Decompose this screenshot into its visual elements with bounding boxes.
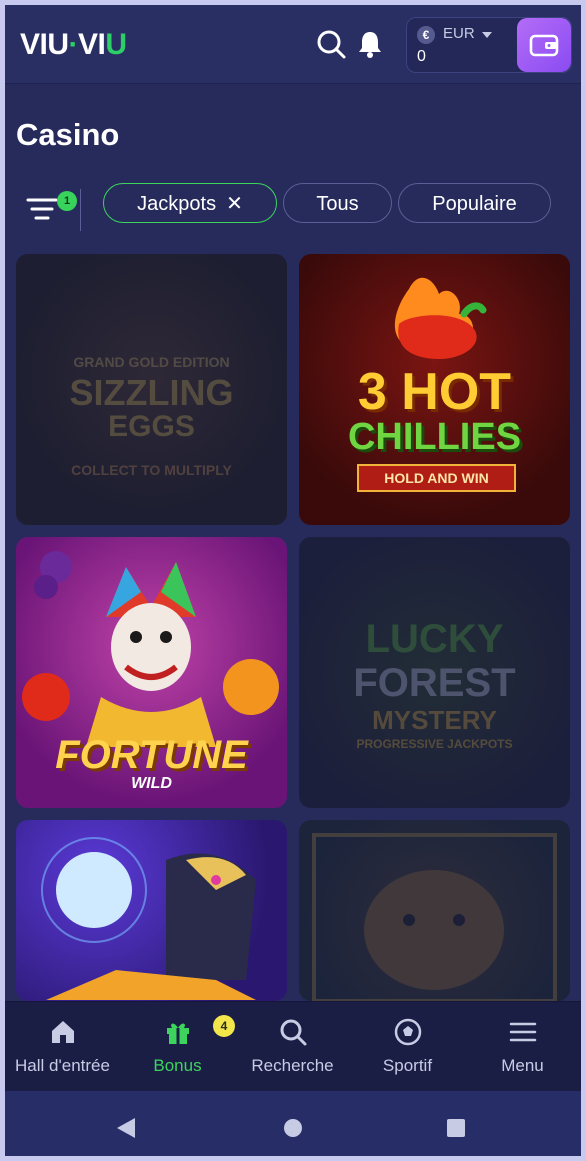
game-tile[interactable]: GRAND GOLD EDITION SIZZLING EGGS COLLECT… <box>16 254 287 525</box>
menu-icon <box>509 1022 537 1042</box>
search-icon[interactable] <box>314 27 348 61</box>
system-nav-buttons <box>117 1118 465 1138</box>
game-title-line: MYSTERY <box>372 705 497 735</box>
game-title-line: PROGRESSIVE JACKPOTS <box>356 737 513 751</box>
chip-label: Populaire <box>432 193 517 215</box>
close-icon[interactable]: ✕ <box>226 184 243 224</box>
chip-populaire[interactable]: Populaire <box>398 183 551 223</box>
filter-count-badge: 1 <box>57 191 77 211</box>
chip-label: Jackpots <box>137 193 217 215</box>
system-nav-bar <box>5 1091 581 1156</box>
euro-icon: € <box>417 26 435 44</box>
nav-label: Hall d'entrée <box>15 1056 110 1075</box>
nav-label: Sportif <box>382 1056 433 1075</box>
top-header: VIU·VIU € EUR 0 <box>5 5 581 84</box>
chevron-down-icon[interactable] <box>482 32 492 38</box>
leopard-artwork <box>312 833 557 1001</box>
game-title-line: HOLD AND WIN <box>357 464 516 492</box>
home-button-icon[interactable] <box>284 1119 302 1137</box>
logo-part-left: VIU <box>20 28 69 61</box>
nav-item-recherche[interactable]: Recherche <box>235 1002 350 1092</box>
game-title-line: 3 HOT <box>357 363 512 421</box>
nav-label: Recherche <box>251 1056 334 1075</box>
brand-logo[interactable]: VIU·VIU <box>20 28 127 62</box>
game-title-line: FOREST <box>353 661 516 705</box>
nav-item-sportif[interactable]: Sportif <box>350 1002 465 1092</box>
logo-part-right: VI <box>78 28 106 61</box>
game-title-line: FORTUNE <box>55 733 248 777</box>
search-icon <box>280 1019 307 1046</box>
logo-dot: · <box>68 28 79 61</box>
filter-divider <box>80 189 81 231</box>
app-screen: VIU·VIU € EUR 0 Casino 1 Jackpots ✕ Tous… <box>5 5 581 1156</box>
game-title-line: COLLECT TO MULTIPLY <box>71 462 232 478</box>
game-title-line: LUCKY <box>365 617 504 661</box>
back-icon[interactable] <box>117 1118 135 1138</box>
bottom-navigation: Hall d'entrée Bonus 4 Recherche Sportif … <box>5 1001 581 1092</box>
moon-eagle-artwork <box>41 837 256 1000</box>
game-title-line: CHILLIES <box>347 416 522 458</box>
bonus-count-badge: 4 <box>213 1015 235 1037</box>
game-title-line: EGGS <box>108 410 195 443</box>
bell-icon[interactable] <box>353 27 387 61</box>
game-title-line: SIZZLING <box>69 372 234 413</box>
balance-widget[interactable]: € EUR 0 <box>406 17 572 73</box>
chip-tous[interactable]: Tous <box>283 183 392 223</box>
wallet-icon <box>529 34 559 57</box>
chip-jackpots[interactable]: Jackpots ✕ <box>103 183 277 223</box>
recents-icon[interactable] <box>447 1119 465 1137</box>
home-icon <box>52 1021 74 1043</box>
game-tile[interactable]: LUCKY FOREST MYSTERY PROGRESSIVE JACKPOT… <box>299 537 570 808</box>
game-tile[interactable]: 3 HOT CHILLIES HOLD AND WIN <box>299 254 570 525</box>
currency-selector[interactable]: EUR <box>443 25 475 42</box>
logo-part-u: U <box>105 28 127 61</box>
page-title: Casino <box>16 117 120 152</box>
game-title-line: WILD <box>131 775 172 792</box>
nav-item-menu[interactable]: Menu <box>465 1002 580 1092</box>
nav-item-hall[interactable]: Hall d'entrée <box>5 1002 120 1092</box>
nav-label: Bonus <box>153 1056 202 1075</box>
nav-label: Menu <box>501 1056 544 1075</box>
balance-amount: 0 <box>417 48 426 65</box>
wallet-button[interactable] <box>517 18 571 72</box>
game-tile[interactable] <box>16 820 287 1001</box>
game-title-line: GRAND GOLD EDITION <box>73 354 230 370</box>
soccer-ball-icon <box>394 1018 422 1046</box>
chip-label: Tous <box>316 193 359 215</box>
game-tile[interactable]: FORTUNE WILD <box>16 537 287 808</box>
game-tile[interactable] <box>299 820 570 1001</box>
gift-icon <box>167 1023 189 1044</box>
